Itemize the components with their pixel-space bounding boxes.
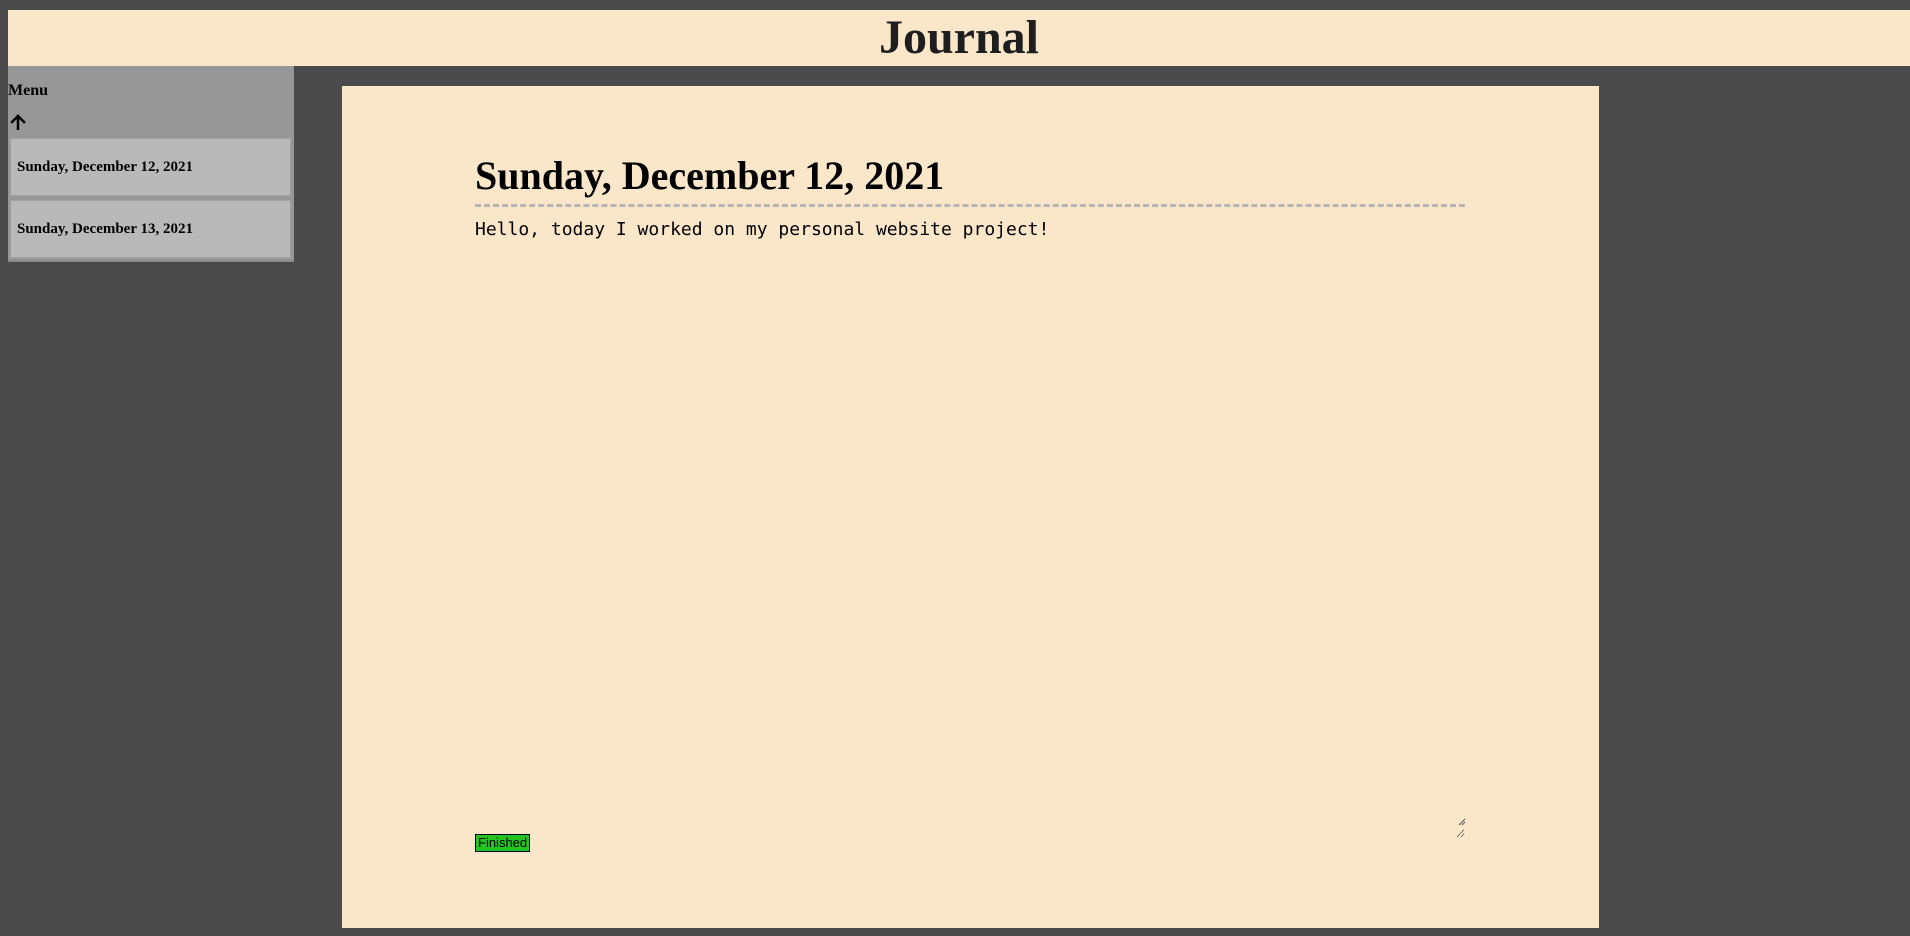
sidebar-item-label: Sunday, December 12, 2021: [17, 159, 193, 175]
menu-label: Menu: [8, 82, 48, 99]
sidebar-item-label: Sunday, December 13, 2021: [17, 221, 193, 237]
entry-text-area[interactable]: Hello, today I worked on my personal web…: [475, 218, 1465, 838]
entry-title: Sunday, December 12, 2021: [475, 153, 945, 198]
page-header: Journal: [8, 10, 1910, 66]
journal-entry-panel: Sunday, December 12, 2021 Hello, today I…: [342, 86, 1599, 928]
sidebar-item-december-12[interactable]: Sunday, December 12, 2021: [10, 138, 291, 196]
page-title: Journal: [878, 11, 1040, 64]
sidebar-menu: Menu Sunday, December 12, 2021 Sunday, D…: [8, 66, 294, 262]
top-strip: [0, 0, 1910, 10]
finished-button[interactable]: Finished: [475, 834, 531, 852]
title-divider: [475, 204, 1465, 207]
arrow-up-icon[interactable]: [10, 114, 26, 130]
resize-grip-icon[interactable]: [1458, 818, 1466, 826]
sidebar-item-december-13[interactable]: Sunday, December 13, 2021: [10, 200, 291, 258]
sidebar-divider: [8, 260, 294, 262]
